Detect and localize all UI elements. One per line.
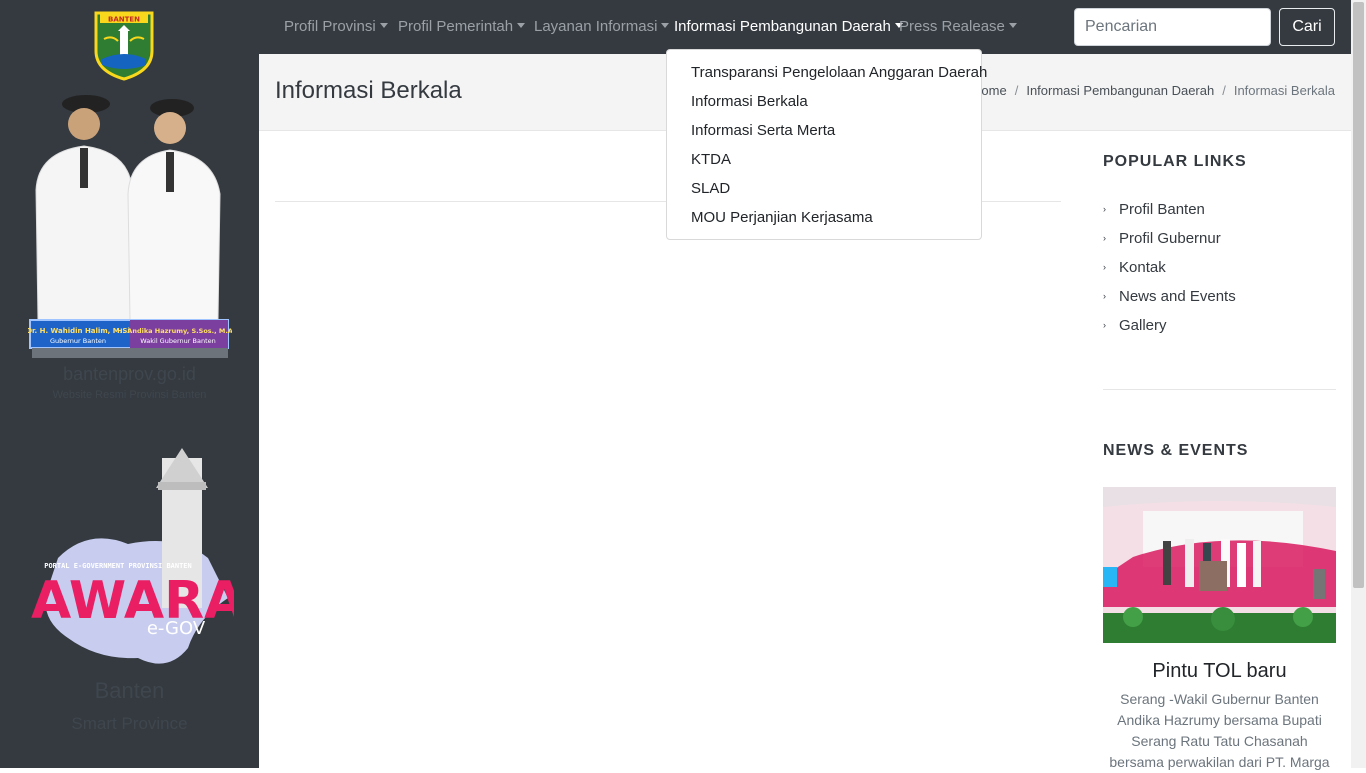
svg-text:BANTEN: BANTEN [108, 16, 140, 24]
top-navbar: Profil Provinsi Profil Pemerintah Layana… [259, 0, 1351, 54]
popular-link-kontak[interactable]: › Kontak [1103, 255, 1336, 284]
dropdown-item-informasi-serta-merta[interactable]: Informasi Serta Merta [667, 116, 981, 145]
breadcrumb-section-link[interactable]: Informasi Pembangunan Daerah [1026, 83, 1214, 98]
chevron-right-icon: › [1103, 320, 1106, 330]
nav-press-release[interactable]: Press Realease [899, 18, 1017, 35]
svg-text:Wakil Gubernur Banten: Wakil Gubernur Banten [140, 337, 215, 345]
breadcrumb-separator: / [1222, 83, 1226, 98]
search-input[interactable] [1074, 8, 1271, 46]
popular-links-heading: POPULAR LINKS [1103, 153, 1247, 170]
popular-link-news-and-events[interactable]: › News and Events [1103, 284, 1336, 313]
breadcrumb: Home / Informasi Pembangunan Daerah / Inform… [972, 83, 1335, 98]
search-button[interactable]: Cari [1279, 8, 1335, 46]
nav-label: Profil Pemerintah [398, 18, 514, 35]
svg-text:PORTAL E-GOVERNMENT PROVINSI B: PORTAL E-GOVERNMENT PROVINSI BANTEN [44, 562, 192, 570]
governor-portrait-image: Dr. H. Wahidin Halim, M.Si Gubernur Bant… [28, 95, 232, 358]
chevron-right-icon: › [1103, 204, 1106, 214]
page-title: Informasi Berkala [275, 77, 462, 104]
region-tagline: Smart Province [71, 714, 188, 733]
link-label: Kontak [1119, 259, 1166, 276]
news-events-heading: NEWS & EVENTS [1103, 442, 1249, 459]
dropdown-item-mou[interactable]: MOU Perjanjian Kerjasama [667, 203, 981, 232]
breadcrumb-separator: / [1014, 83, 1019, 98]
caret-down-icon [517, 23, 526, 28]
popular-links-list: › Profil Banten › Profil Gubernur › Kontak … [1103, 197, 1336, 342]
aside-divider [1103, 389, 1336, 390]
jawara-egov-logo[interactable]: PORTAL E-GOVERNMENT PROVINSI BANTEN JAWA… [28, 448, 234, 674]
popular-link-profil-gubernur[interactable]: › Profil Gubernur [1103, 226, 1336, 255]
nav-profil-provinsi[interactable]: Profil Provinsi [284, 18, 388, 35]
svg-text:Dr. H. Wahidin Halim, M.Si: Dr. H. Wahidin Halim, M.Si [28, 327, 130, 335]
dropdown-item-ktda[interactable]: KTDA [667, 145, 981, 174]
nav-profil-pemerintah[interactable]: Profil Pemerintah [398, 18, 526, 35]
caret-down-icon [379, 23, 388, 28]
popular-link-gallery[interactable]: › Gallery [1103, 313, 1336, 342]
informasi-pembangunan-dropdown: Transparansi Pengelolaan Anggaran Daerah… [666, 49, 987, 240]
breadcrumb-current: Informasi Berkala [1233, 83, 1335, 98]
link-label: Gallery [1119, 317, 1167, 334]
chevron-right-icon: › [1103, 262, 1106, 272]
news-photo-image[interactable] [1103, 487, 1336, 643]
popular-link-profil-banten[interactable]: › Profil Banten [1103, 197, 1336, 226]
svg-text:Gubernur Banten: Gubernur Banten [50, 337, 106, 345]
news-title[interactable]: Pintu TOL baru [1103, 660, 1336, 683]
site-domain: bantenprov.go.id [63, 364, 196, 384]
news-excerpt: Serang -Wakil Gubernur Banten Andika Haz… [1109, 691, 1330, 770]
nav-informasi-pembangunan-daerah[interactable]: Informasi Pembangunan Daerah [674, 18, 903, 35]
scrollbar-thumb[interactable] [1353, 2, 1364, 588]
link-label: Profil Gubernur [1119, 230, 1221, 247]
dropdown-item-transparansi[interactable]: Transparansi Pengelolaan Anggaran Daerah [667, 58, 987, 87]
sidebar: BANTEN Dr. H. Wahidin Halim, M.Si Gubern… [0, 0, 259, 768]
nav-label: Informasi Pembangunan Daerah [674, 18, 891, 35]
region-title: Banten [94, 678, 165, 703]
nav-label: Profil Provinsi [284, 18, 376, 35]
svg-text:e-GOV: e-GOV [147, 618, 206, 639]
chevron-right-icon: › [1103, 291, 1106, 301]
dropdown-item-informasi-berkala[interactable]: Informasi Berkala [667, 87, 981, 116]
nav-label: Press Realease [899, 18, 1005, 35]
site-subtitle: Website Resmi Provinsi Banten [52, 389, 207, 401]
chevron-right-icon: › [1103, 233, 1106, 243]
link-label: News and Events [1119, 288, 1236, 305]
svg-text:H. Andika Hazrumy, S.Sos., M.A: H. Andika Hazrumy, S.Sos., M.AP. [117, 327, 232, 335]
banten-emblem-logo[interactable]: BANTEN [92, 9, 156, 81]
caret-down-icon [1008, 23, 1017, 28]
dropdown-item-slad[interactable]: SLAD [667, 174, 981, 203]
nav-layanan-informasi[interactable]: Layanan Informasi [534, 18, 670, 35]
link-label: Profil Banten [1119, 201, 1205, 218]
page-scrollbar[interactable] [1351, 0, 1366, 768]
nav-label: Layanan Informasi [534, 18, 658, 35]
caret-down-icon [661, 23, 670, 28]
